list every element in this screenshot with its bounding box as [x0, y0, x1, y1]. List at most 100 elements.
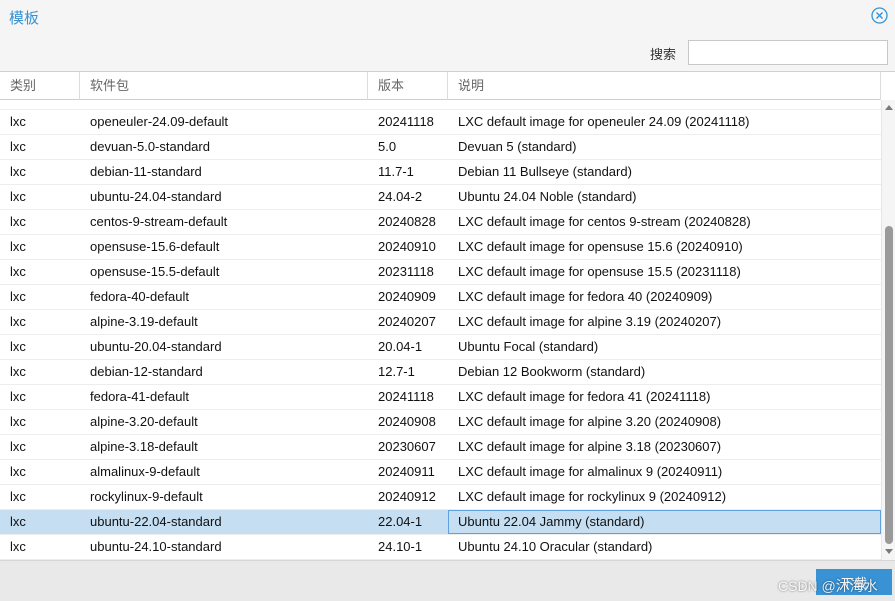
cell-version — [368, 100, 448, 109]
cell-package: opensuse-15.6-default — [90, 239, 220, 254]
cell-type: lxc — [10, 389, 26, 404]
cell-package: devuan-5.0-standard — [90, 139, 210, 154]
cell-version: 24.04-2 — [378, 189, 423, 204]
cell-description: LXC default image for fedora 41 (2024111… — [458, 389, 711, 404]
cell-description: LXC default image for opensuse 15.5 (202… — [458, 264, 741, 279]
cell-package: ubuntu-24.04-standard — [90, 189, 222, 204]
cell-description: LXC default image for alpine 3.19 (20240… — [458, 314, 722, 329]
cell-version: 20240912 — [378, 489, 436, 504]
cell-type: lxc — [10, 114, 26, 129]
cell-version: 20240910 — [378, 239, 436, 254]
cell-type: lxc — [10, 139, 26, 154]
cell-type: lxc — [10, 339, 26, 354]
cell-type: lxc — [10, 364, 26, 379]
cell-package: alpine-3.20-default — [90, 414, 198, 429]
dialog-footer: 下载 — [0, 560, 895, 601]
close-icon[interactable] — [871, 7, 888, 24]
cell-package: openeuler-24.09-default — [90, 114, 229, 129]
cell-description: LXC default image for fedora 40 (2024090… — [458, 289, 713, 304]
cell-description — [448, 100, 881, 109]
cell-type: lxc — [10, 464, 26, 479]
cell-version: 5.0 — [378, 139, 397, 154]
table-row[interactable]: lxc rockylinux-9-default 20240912 LXC defau… — [0, 485, 881, 510]
table-row[interactable]: lxc debian-11-standard 11.7-1 Debian 11 Bul… — [0, 160, 881, 185]
vertical-scrollbar[interactable] — [881, 100, 895, 560]
table-row[interactable]: lxc alpine-3.19-default 20240207 LXC defaul… — [0, 310, 881, 335]
table-row[interactable]: lxc fedora-41-default 20241118 LXC default … — [0, 385, 881, 410]
table-row[interactable]: lxc alpine-3.18-default 20230607 LXC defaul… — [0, 435, 881, 460]
cell-type: lxc — [10, 439, 26, 454]
cell-description: LXC default image for opensuse 15.6 (202… — [458, 239, 743, 254]
cell-version: 24.10-1 — [378, 539, 423, 554]
cell-package: fedora-41-default — [90, 389, 190, 404]
cell-version: 20240828 — [378, 214, 436, 229]
cell-description: Devuan 5 (standard) — [458, 139, 577, 154]
cell-type: lxc — [10, 264, 26, 279]
grid-body[interactable]: lxc openeuler-24.09-default 20241118 LXC de… — [0, 100, 881, 560]
scroll-down-arrow-icon[interactable] — [885, 549, 893, 554]
table-row[interactable]: lxc devuan-5.0-standard 5.0 Devuan 5 (stand… — [0, 135, 881, 160]
cell-type: lxc — [10, 189, 26, 204]
cell-description: Ubuntu 22.04 Jammy (standard) — [448, 510, 881, 534]
column-header-version[interactable]: 版本 — [368, 72, 448, 100]
cell-version: 20240909 — [378, 289, 436, 304]
cell-description: LXC default image for centos 9-stream (2… — [458, 214, 751, 229]
cell-type — [0, 100, 80, 109]
table-row[interactable]: lxc ubuntu-24.10-standard 24.10-1 Ubuntu 24… — [0, 535, 881, 560]
scrollbar-thumb[interactable] — [885, 226, 893, 544]
watermark: CSDN @沐海水 — [778, 578, 878, 594]
cell-package: almalinux-9-default — [90, 464, 200, 479]
cell-package: ubuntu-24.10-standard — [90, 539, 222, 554]
table-row[interactable]: lxc debian-12-standard 12.7-1 Debian 12 Boo… — [0, 360, 881, 385]
table-row[interactable]: lxc opensuse-15.6-default 20240910 LXC defa… — [0, 235, 881, 260]
cell-version: 12.7-1 — [378, 364, 415, 379]
cell-version: 20231118 — [378, 264, 434, 279]
table-row[interactable]: lxc fedora-40-default 20240909 LXC default … — [0, 285, 881, 310]
cell-type: lxc — [10, 414, 26, 429]
table-row[interactable]: lxc centos-9-stream-default 20240828 LXC de… — [0, 210, 881, 235]
cell-version: 20230607 — [378, 439, 436, 454]
table-row[interactable]: lxc ubuntu-20.04-standard 20.04-1 Ubuntu Fo… — [0, 335, 881, 360]
table-row[interactable]: lxc openeuler-24.09-default 20241118 LXC de… — [0, 110, 881, 135]
column-header-package[interactable]: 软件包 — [80, 72, 368, 100]
cell-package: opensuse-15.5-default — [90, 264, 220, 279]
table-row[interactable]: lxc ubuntu-22.04-standard 22.04-1 Ubuntu 22… — [0, 510, 881, 535]
cell-version: 20241118 — [378, 114, 434, 129]
window-title: 模板 — [9, 10, 40, 27]
cell-type: lxc — [10, 289, 26, 304]
grid-header: 类别 软件包 版本 说明 — [0, 72, 881, 100]
cell-version: 22.04-1 — [378, 514, 423, 529]
table-row-partial[interactable] — [0, 100, 881, 110]
cell-version: 20240207 — [378, 314, 436, 329]
cell-type: lxc — [10, 489, 26, 504]
search-label: 搜索 — [650, 47, 677, 62]
cell-package: rockylinux-9-default — [90, 489, 203, 504]
cell-description: Ubuntu Focal (standard) — [458, 339, 599, 354]
cell-description: LXC default image for rockylinux 9 (2024… — [458, 489, 727, 504]
column-header-type[interactable]: 类别 — [0, 72, 80, 100]
template-grid: 类别 软件包 版本 说明 lxc openeuler-24.09-default 2… — [0, 72, 895, 560]
toolbar: 搜索 — [0, 33, 895, 72]
cell-package — [80, 100, 368, 109]
column-header-description[interactable]: 说明 — [448, 72, 881, 100]
cell-package: ubuntu-22.04-standard — [90, 514, 222, 529]
scroll-up-arrow-icon[interactable] — [885, 105, 893, 110]
table-row[interactable]: lxc alpine-3.20-default 20240908 LXC defaul… — [0, 410, 881, 435]
cell-type: lxc — [10, 214, 26, 229]
cell-package: alpine-3.19-default — [90, 314, 198, 329]
table-row[interactable]: lxc opensuse-15.5-default 20231118 LXC defa… — [0, 260, 881, 285]
search-input[interactable] — [688, 40, 888, 65]
cell-package: debian-12-standard — [90, 364, 203, 379]
cell-package: centos-9-stream-default — [90, 214, 228, 229]
cell-type: lxc — [10, 514, 26, 529]
cell-type: lxc — [10, 164, 26, 179]
cell-description: LXC default image for openeuler 24.09 (2… — [458, 114, 750, 129]
grid-rows: lxc openeuler-24.09-default 20241118 LXC de… — [0, 100, 881, 560]
cell-package: ubuntu-20.04-standard — [90, 339, 222, 354]
cell-version: 20241118 — [378, 389, 434, 404]
cell-package: debian-11-standard — [90, 164, 202, 179]
table-row[interactable]: lxc almalinux-9-default 20240911 LXC defaul… — [0, 460, 881, 485]
table-row[interactable]: lxc ubuntu-24.04-standard 24.04-2 Ubuntu 24… — [0, 185, 881, 210]
cell-description: Debian 11 Bullseye (standard) — [458, 164, 632, 179]
cell-description: LXC default image for almalinux 9 (20240… — [458, 464, 723, 479]
